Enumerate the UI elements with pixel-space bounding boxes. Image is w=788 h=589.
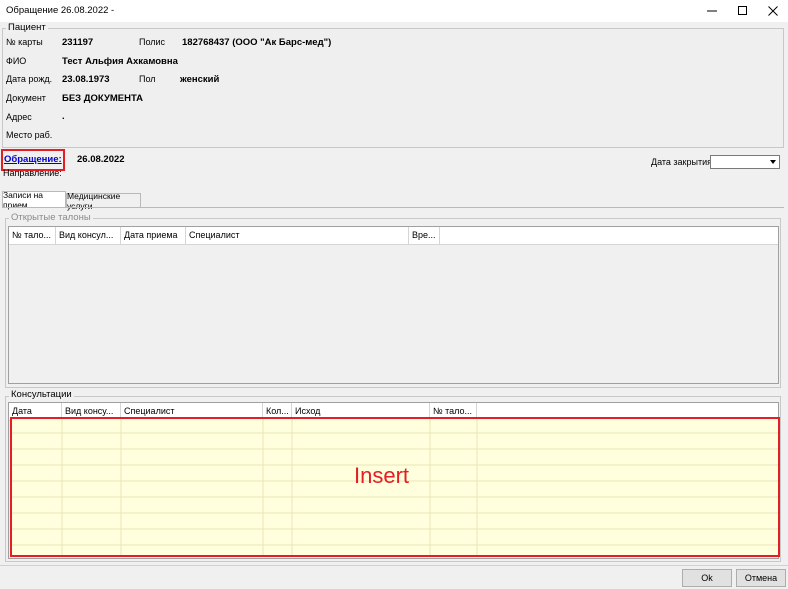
close-button[interactable] [758,0,788,22]
window-title: Обращение 26.08.2022 - [6,5,115,16]
open-tickets-legend: Открытые талоны [9,212,93,223]
insert-label: Insert [354,463,410,488]
open-tickets-header: № тало... Вид консул... Дата приема Спец… [9,227,778,245]
cancel-button[interactable]: Отмена [736,569,786,587]
tab-medical-services-label: Медицинские услуги [67,191,121,211]
close-date-combo[interactable] [710,155,780,169]
column-header[interactable]: Вид консул... [56,227,121,244]
fio-label: ФИО [6,56,27,66]
open-tickets-grid[interactable]: № тало... Вид консул... Дата приема Спец… [8,226,779,384]
tab-divider [2,207,784,208]
maximize-button[interactable] [728,0,758,22]
tab-medical-services[interactable]: Медицинские услуги [66,191,141,211]
sex-value: женский [180,74,220,85]
patient-group [2,28,784,148]
address-label: Адрес [6,112,32,122]
sex-label: Пол [139,74,156,84]
appeal-link[interactable]: Обращение: [4,154,62,165]
minimize-icon [707,10,717,12]
title-bar: Обращение 26.08.2022 - [0,0,788,22]
dob-label: Дата рожд. [6,74,53,84]
direction-label: Направление: [3,168,62,178]
card-label: № карты [6,37,43,47]
bottom-divider [0,565,788,566]
card-value: 231197 [62,37,94,48]
document-label: Документ [6,93,46,103]
ok-button[interactable]: Ok [682,569,732,587]
column-header[interactable]: № тало... [9,227,56,244]
column-header[interactable]: Вре... [409,227,440,244]
dob-value: 23.08.1973 [62,74,110,85]
appeal-date: 26.08.2022 [77,154,125,165]
column-header[interactable]: Специалист [186,227,409,244]
consultations-legend: Консультации [9,389,74,400]
cancel-button-label: Отмена [744,573,778,583]
fio-value: Тест Альфия Ахкамовна [62,56,178,67]
ok-button-label: Ok [701,573,713,583]
close-date-label: Дата закрытия [651,157,712,167]
address-value: . [62,111,65,122]
policy-value: 182768437 (ООО "Ак Барс-мед") [182,37,332,48]
patient-legend: Пациент [6,22,48,33]
insert-highlight-area[interactable]: Insert [10,417,780,557]
maximize-icon [738,6,747,15]
dropdown-arrow-icon [770,160,776,164]
minimize-button[interactable] [697,0,727,22]
document-value: БЕЗ ДОКУМЕНТА [62,93,144,104]
column-header[interactable]: Дата приема [121,227,186,244]
tab-appointments[interactable]: Записи на прием [2,190,66,210]
policy-label: Полис [139,37,166,47]
close-icon [768,6,778,16]
workplace-label: Место раб. [6,130,53,140]
